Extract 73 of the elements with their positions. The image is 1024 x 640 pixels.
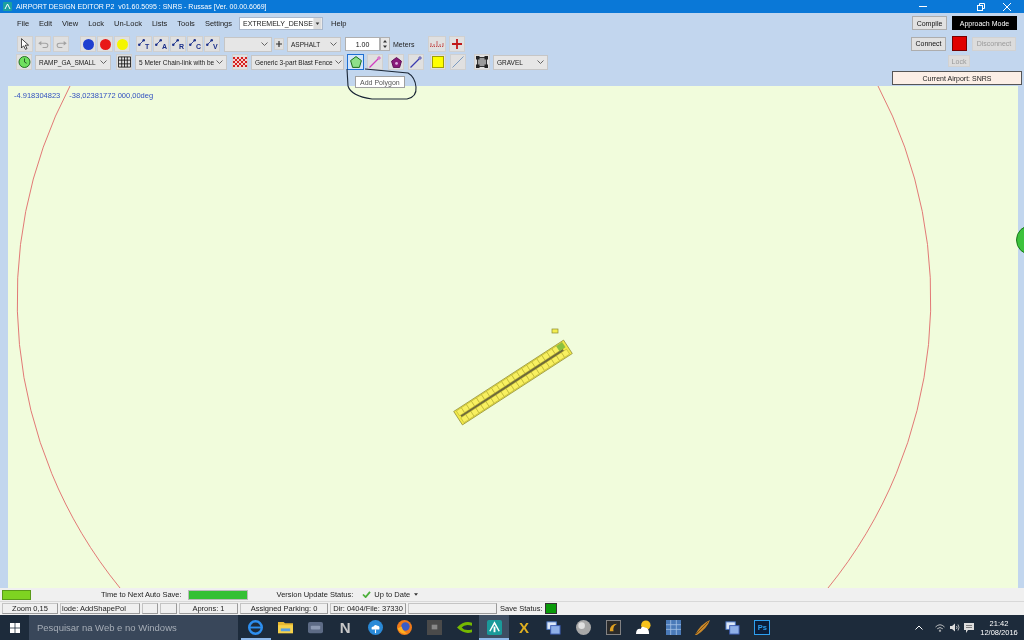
chevron-down-icon bbox=[330, 42, 337, 46]
tile-icon bbox=[308, 620, 323, 635]
pentagon-icon bbox=[390, 56, 402, 68]
globe-icon bbox=[397, 620, 413, 635]
taskbar-button[interactable]: X bbox=[509, 615, 539, 640]
pointer-button[interactable] bbox=[17, 36, 33, 52]
app-icon bbox=[3, 2, 12, 11]
taskbar-button[interactable] bbox=[479, 615, 510, 640]
wand-icon bbox=[410, 56, 422, 68]
checker-icon bbox=[233, 57, 247, 67]
taskbar-button[interactable]: N bbox=[330, 615, 361, 640]
ruler-button[interactable] bbox=[428, 36, 447, 52]
restore-icon[interactable] bbox=[977, 2, 985, 11]
folder-icon bbox=[278, 620, 294, 635]
emblem-icon bbox=[605, 620, 621, 635]
redo-icon bbox=[55, 40, 67, 48]
parking-tool-button[interactable] bbox=[16, 54, 32, 70]
grid-icon bbox=[117, 56, 131, 68]
app-tile-icon bbox=[486, 620, 502, 635]
fence-tool-button[interactable] bbox=[116, 54, 132, 70]
add-button[interactable] bbox=[274, 38, 284, 50]
node-line-icon bbox=[172, 39, 179, 46]
chevron-down-icon bbox=[261, 42, 268, 46]
ruler-icon bbox=[430, 41, 445, 47]
pentagon-icon bbox=[349, 56, 362, 68]
spinner-arrows-icon[interactable] bbox=[380, 37, 390, 51]
undo-icon bbox=[37, 40, 49, 48]
node-line-icon bbox=[138, 39, 145, 46]
feather-icon bbox=[695, 620, 711, 635]
windows-logo-icon bbox=[9, 622, 20, 633]
square-icon bbox=[427, 620, 443, 635]
swoosh-icon bbox=[456, 620, 472, 635]
ground-tool-button[interactable] bbox=[474, 54, 490, 70]
node-line-icon bbox=[189, 39, 196, 46]
node-line-icon bbox=[155, 39, 162, 46]
diagonal-line-icon bbox=[452, 56, 464, 68]
tool-button[interactable] bbox=[367, 54, 383, 70]
add-button[interactable] bbox=[449, 36, 466, 52]
wand-icon bbox=[369, 56, 381, 68]
chevron-down-icon bbox=[100, 60, 107, 64]
browser-icon bbox=[248, 620, 264, 635]
tool-button[interactable] bbox=[388, 54, 404, 70]
close-icon[interactable] bbox=[1003, 2, 1011, 11]
wifi-icon[interactable] bbox=[935, 623, 945, 632]
circle-handle-icon[interactable] bbox=[1016, 225, 1024, 255]
cloud-sun-icon bbox=[635, 620, 651, 635]
tool-button[interactable] bbox=[408, 54, 424, 70]
map-tile-icon bbox=[665, 620, 681, 635]
window-stack-icon bbox=[725, 620, 741, 635]
add-polygon-button[interactable] bbox=[347, 54, 364, 70]
chevron-up-icon[interactable] bbox=[915, 625, 923, 630]
blast-fence-tool-button[interactable] bbox=[232, 54, 248, 70]
message-icon[interactable] bbox=[964, 622, 974, 633]
plus-icon bbox=[452, 39, 463, 49]
square-icon bbox=[432, 56, 444, 68]
frame-icon bbox=[476, 56, 488, 68]
caret-icon[interactable] bbox=[313, 17, 322, 29]
cursor-icon bbox=[21, 38, 29, 50]
check-icon bbox=[362, 591, 372, 598]
window-stack-icon bbox=[546, 620, 562, 635]
chevron-down-icon bbox=[537, 60, 544, 64]
search-field[interactable]: Pesquisar na Web e no Windows bbox=[29, 615, 238, 640]
caret-icon bbox=[414, 593, 419, 596]
annotation-loop bbox=[346, 68, 417, 100]
chevron-down-icon bbox=[334, 60, 342, 64]
plus-icon bbox=[276, 41, 282, 47]
node-line-icon bbox=[206, 39, 213, 46]
chevron-down-icon bbox=[216, 60, 224, 64]
cloud-icon bbox=[367, 620, 383, 635]
speaker-icon[interactable] bbox=[950, 623, 960, 632]
sphere-icon bbox=[576, 620, 592, 635]
marker-shape bbox=[551, 328, 559, 334]
clock-icon bbox=[17, 56, 31, 68]
